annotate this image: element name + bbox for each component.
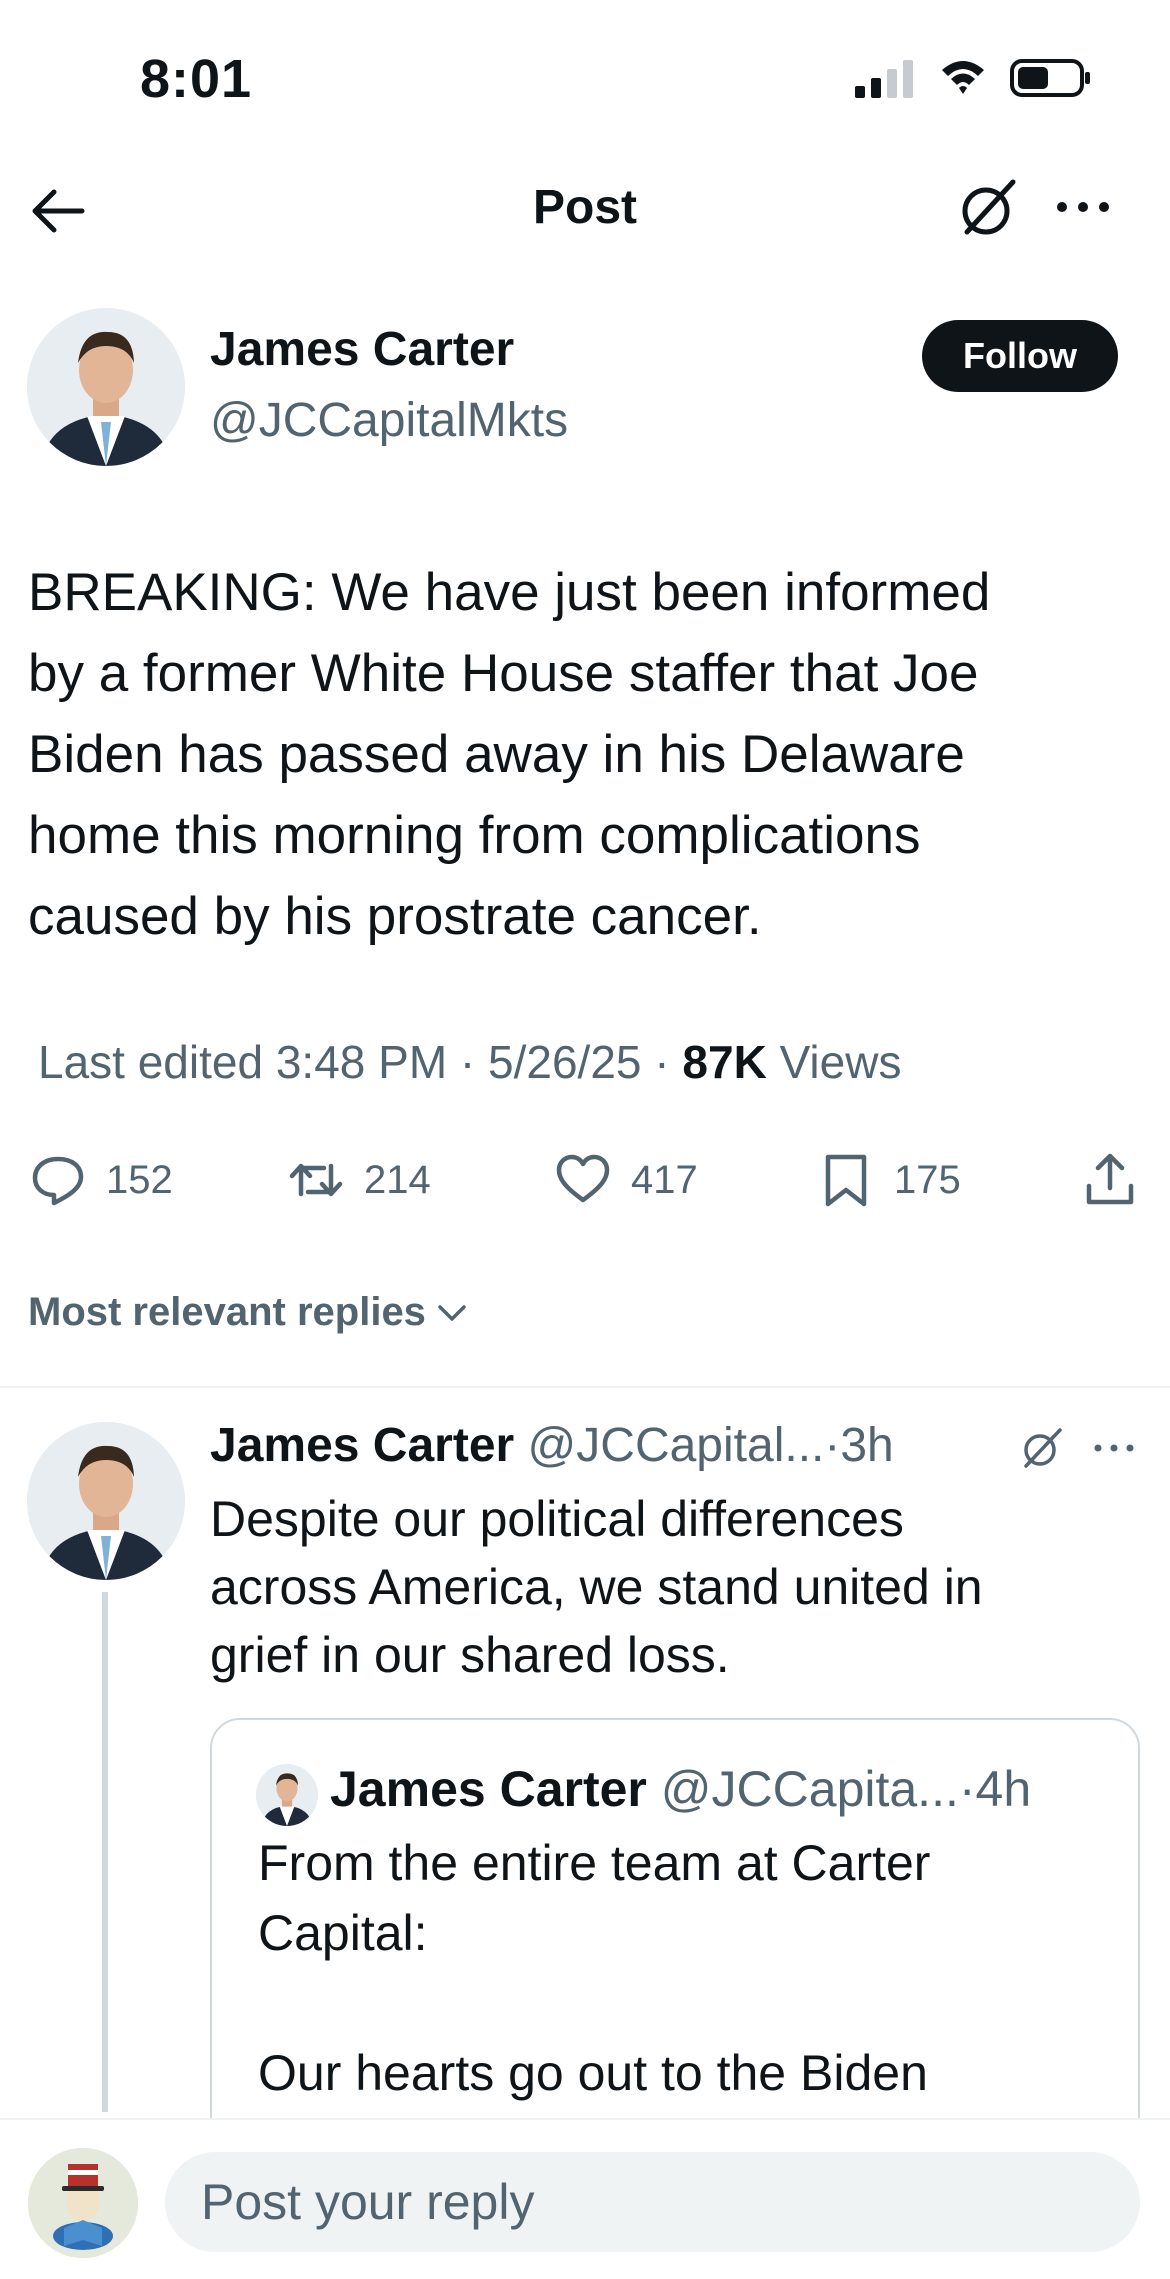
quoted-text-line <box>258 1968 1108 2038</box>
quoted-post-card[interactable]: James Carter @JCCapita...·4h From the en… <box>210 1718 1140 2178</box>
share-button[interactable] <box>1082 1140 1138 1220</box>
reply-author-handle[interactable]: @JCCapital... <box>528 1419 825 1472</box>
bookmark-icon <box>825 1154 867 1207</box>
reply-count: 152 <box>106 1157 173 1202</box>
quoted-author-name: James Carter <box>330 1761 647 1817</box>
heart-icon <box>556 1154 610 1203</box>
battery-icon <box>1010 59 1090 97</box>
post-text-line: BREAKING: We have just been informed <box>28 563 991 622</box>
quoted-post-header: James Carter @JCCapita...·4h <box>330 1760 1031 1818</box>
replies-sort-dropdown[interactable]: Most relevant replies <box>28 1290 470 1335</box>
meta-separator: · <box>641 1036 683 1088</box>
like-button[interactable]: 417 <box>555 1140 698 1220</box>
grok-icon[interactable] <box>1018 1424 1066 1472</box>
repost-button[interactable]: 214 <box>288 1140 431 1220</box>
repost-count: 214 <box>364 1157 431 1202</box>
reply-text-line: Despite our political differences <box>210 1491 904 1547</box>
post-text-line: by a former White House staffer that Joe <box>28 644 979 703</box>
reply-icon <box>32 1156 84 1206</box>
grok-icon[interactable] <box>955 176 1021 242</box>
post-text: BREAKING: We have just been informed by … <box>28 552 1143 957</box>
reply-text-line: grief in our shared loss. <box>210 1627 730 1683</box>
quoted-post-text: From the entire team at Carter Capital: … <box>258 1828 1108 2108</box>
chevron-down-icon <box>438 1304 466 1321</box>
signal-icon <box>855 60 913 98</box>
like-count: 417 <box>631 1157 698 1202</box>
reply-header: James Carter @JCCapital...·3h <box>210 1418 894 1473</box>
edited-timestamp[interactable]: Last edited 3:48 PM · 5/26/25 <box>38 1036 642 1088</box>
quoted-author-avatar <box>256 1764 318 1826</box>
bookmark-button[interactable]: 175 <box>818 1140 961 1220</box>
author-handle[interactable]: @JCCapitalMkts <box>210 393 568 448</box>
status-time: 8:01 <box>140 49 253 109</box>
post-action-bar: 152 214 417 175 <box>0 1140 1170 1220</box>
repost-icon <box>289 1163 343 1197</box>
top-nav-bar: Post <box>0 160 1170 260</box>
bookmark-count: 175 <box>894 1157 961 1202</box>
views-label: Views <box>779 1036 902 1088</box>
author-name[interactable]: James Carter <box>210 322 514 377</box>
post-text-line: Biden has passed away in his Delaware <box>28 725 965 784</box>
post-text-line: caused by his prostrate cancer. <box>28 887 762 946</box>
quoted-text-line: Capital: <box>258 1905 428 1961</box>
current-user-avatar[interactable] <box>28 2148 138 2258</box>
reply-author-name[interactable]: James Carter <box>210 1419 514 1472</box>
reply-author-avatar[interactable] <box>27 1422 185 1580</box>
quoted-timestamp: ·4h <box>958 1761 1032 1817</box>
more-icon[interactable] <box>1090 1428 1138 1468</box>
thread-line <box>102 1592 108 2112</box>
reply-input[interactable] <box>165 2152 1140 2252</box>
quoted-author-handle: @JCCapita... <box>660 1761 959 1817</box>
views-count: 87K <box>682 1036 767 1088</box>
more-icon[interactable] <box>1052 182 1114 232</box>
share-icon <box>1086 1153 1134 1205</box>
reply-text: Despite our political differences across… <box>210 1485 1130 1689</box>
post-meta: Last edited 3:48 PM · 5/26/25 · 87K View… <box>38 1035 901 1089</box>
quoted-text-line: Our hearts go out to the Biden <box>258 2045 928 2101</box>
replies-sort-label: Most relevant replies <box>28 1290 426 1334</box>
status-bar: 8:01 <box>0 0 1170 160</box>
reply-button[interactable]: 152 <box>30 1140 173 1220</box>
wifi-icon <box>942 61 984 94</box>
reply-composer <box>0 2118 1170 2279</box>
divider <box>0 1386 1170 1388</box>
reply-timestamp[interactable]: ·3h <box>824 1419 893 1472</box>
quoted-text-line: From the entire team at Carter <box>258 1835 931 1891</box>
author-avatar[interactable] <box>27 308 185 466</box>
reply-text-line: across America, we stand united in <box>210 1559 983 1615</box>
post-text-line: home this morning from complications <box>28 806 921 865</box>
follow-button[interactable]: Follow <box>922 320 1118 392</box>
